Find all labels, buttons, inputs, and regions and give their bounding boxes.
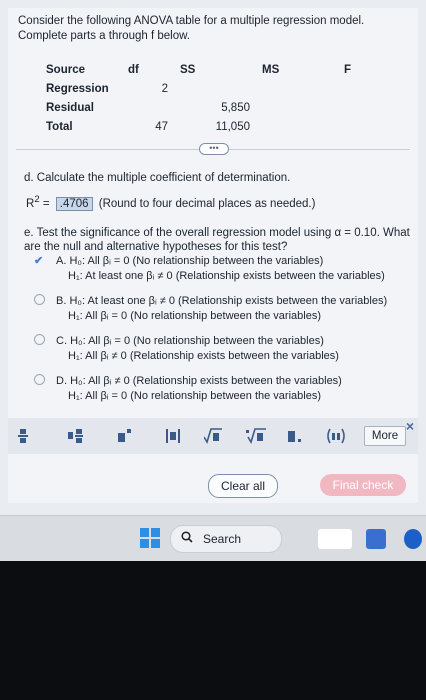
option-b[interactable]: B. H₀: At least one βᵢ ≠ 0 (Relationship… xyxy=(34,294,387,324)
square-root-icon[interactable] xyxy=(203,428,222,447)
r2-superscript: 2 xyxy=(34,194,40,205)
clear-all-button[interactable]: Clear all xyxy=(208,474,278,498)
option-letter: C. xyxy=(56,335,67,347)
search-label: Search xyxy=(203,532,242,546)
source-cell: Residual xyxy=(46,101,94,114)
mixed-number-icon[interactable] xyxy=(68,428,84,447)
edge-icon[interactable] xyxy=(404,529,422,549)
source-cell: Total xyxy=(46,120,73,133)
question-intro: Consider the following ANOVA table for a… xyxy=(18,15,365,42)
option-a[interactable]: ✔ A. H₀: All βᵢ = 0 (No relationship betw… xyxy=(34,254,385,284)
option-h1: H₁: All βᵢ = 0 (No relationship between … xyxy=(68,310,321,322)
option-h0: H₀: At least one βᵢ ≠ 0 (Relationship ex… xyxy=(69,295,388,307)
df-cell: 47 xyxy=(155,120,168,133)
option-h1: H₁: All βᵢ = 0 (No relationship between … xyxy=(68,390,321,402)
option-h0: H₀: All βᵢ = 0 (No relationship between … xyxy=(70,335,324,347)
dark-bezel xyxy=(0,561,426,700)
exponent-icon[interactable] xyxy=(118,428,132,447)
radio-icon[interactable] xyxy=(34,294,45,305)
header-ss: SS xyxy=(180,63,196,76)
r2-hint: (Round to four decimal places as needed.… xyxy=(98,197,316,210)
df-cell xyxy=(122,98,174,117)
table-row: Residual 5,850 xyxy=(40,98,400,117)
close-icon[interactable]: × xyxy=(406,418,414,434)
option-h1: H₁: All βᵢ ≠ 0 (Relationship exists betw… xyxy=(68,350,339,362)
decimal-icon[interactable] xyxy=(288,428,302,447)
option-letter: D. xyxy=(56,375,67,387)
expand-button[interactable]: ••• xyxy=(199,143,229,155)
df-cell: 2 xyxy=(161,82,168,95)
header-df: df xyxy=(128,63,139,76)
r2-answer-row: R2 = .4706 (Round to four decimal places… xyxy=(26,194,316,211)
anova-table: Source df SS MS F Regression 2 Residual xyxy=(40,60,400,136)
header-f: F xyxy=(344,63,352,76)
ms-cell xyxy=(256,79,338,98)
taskbar: Search xyxy=(0,515,426,562)
f-cell xyxy=(338,79,400,98)
ss-cell: 11,050 xyxy=(215,120,250,133)
r2-answer-field[interactable]: .4706 xyxy=(55,196,93,211)
math-toolbar: More × xyxy=(8,418,418,454)
interval-icon[interactable] xyxy=(326,428,346,447)
option-letter: B. xyxy=(56,295,67,307)
absolute-value-icon[interactable] xyxy=(166,428,180,447)
search-icon xyxy=(181,531,193,546)
windows-start-icon[interactable] xyxy=(140,528,160,548)
anova-header-row: Source df SS MS F xyxy=(40,60,400,79)
table-row: Regression 2 xyxy=(40,79,400,98)
f-cell xyxy=(338,117,400,136)
ss-cell: 5,850 xyxy=(221,101,250,114)
browser-screen: Consider the following ANOVA table for a… xyxy=(0,0,426,515)
option-h0: H₀: All βᵢ = 0 (No relationship between … xyxy=(69,255,324,267)
checkmark-icon: ✔ xyxy=(34,255,44,267)
source-cell: Regression xyxy=(46,82,109,95)
option-h1: H₁: At least one βᵢ ≠ 0 (Relationship ex… xyxy=(68,270,385,282)
radio-icon[interactable] xyxy=(34,334,45,345)
f-cell xyxy=(338,98,400,117)
nth-root-icon[interactable] xyxy=(246,428,266,447)
header-source: Source xyxy=(46,63,85,76)
fraction-icon[interactable] xyxy=(18,428,28,447)
app-icon[interactable] xyxy=(366,529,386,549)
equals-sign: = xyxy=(42,197,50,210)
header-ms: MS xyxy=(262,63,280,76)
final-check-button[interactable]: Final check xyxy=(320,474,406,496)
ms-cell xyxy=(256,98,338,117)
option-h0: H₀: All βᵢ ≠ 0 (Relationship exists betw… xyxy=(70,375,342,387)
taskbar-search[interactable]: Search xyxy=(170,525,282,553)
part-d-question: d. Calculate the multiple coefficient of… xyxy=(24,172,291,184)
app-icon[interactable] xyxy=(318,529,352,549)
option-letter: A. xyxy=(56,255,67,267)
more-button[interactable]: More xyxy=(364,426,406,446)
table-row: Total 47 11,050 xyxy=(40,117,400,136)
ms-cell xyxy=(256,117,338,136)
option-c[interactable]: C. H₀: All βᵢ = 0 (No relationship betwe… xyxy=(34,334,339,364)
radio-icon[interactable] xyxy=(34,374,45,385)
ss-cell xyxy=(174,79,256,98)
option-d[interactable]: D. H₀: All βᵢ ≠ 0 (Relationship exists b… xyxy=(34,374,342,404)
part-e-question: e. Test the significance of the overall … xyxy=(24,227,410,253)
